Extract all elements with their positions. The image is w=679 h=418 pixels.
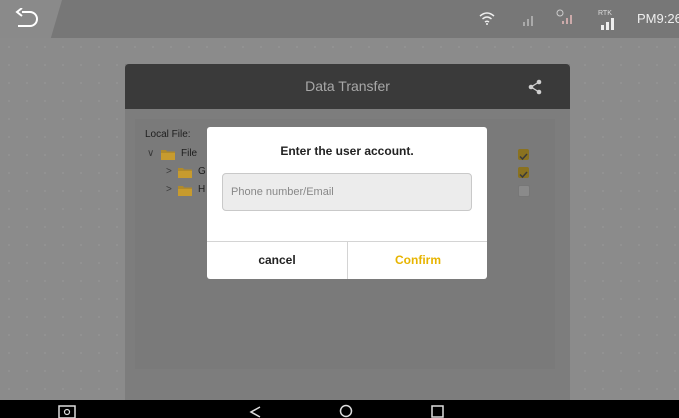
folder-icon (161, 150, 175, 160)
rtk-label: RTK (598, 10, 612, 17)
rtk-signal-icon (601, 18, 614, 30)
wifi-icon (479, 12, 495, 25)
status-bar: RTK PM9:26 (0, 0, 679, 38)
tree-item-label: G (198, 166, 206, 177)
checkbox-checked[interactable] (518, 149, 529, 161)
folder-icon (178, 186, 192, 196)
account-input[interactable] (222, 173, 472, 211)
recents-square-icon[interactable] (431, 405, 444, 418)
gps-signal-icon (556, 9, 572, 24)
confirm-button[interactable]: Confirm (348, 242, 488, 279)
home-circle-icon[interactable] (339, 404, 353, 418)
checkbox-checked[interactable] (518, 167, 529, 179)
clock: PM9:26 (637, 11, 679, 26)
back-triangle-icon[interactable] (249, 406, 261, 418)
signal-icon (523, 16, 533, 26)
chevron-right-icon: > (166, 166, 172, 177)
local-file-label: Local File: (145, 129, 191, 140)
checkbox-unchecked[interactable] (518, 185, 530, 197)
chevron-right-icon: > (166, 184, 172, 195)
back-icon (15, 8, 38, 27)
page-title: Data Transfer (305, 78, 390, 94)
account-dialog: Enter the user account. cancel Confirm (207, 127, 487, 279)
nav-bar (0, 400, 679, 418)
screenshot-icon[interactable] (58, 405, 76, 418)
dialog-title: Enter the user account. (280, 144, 414, 158)
back-button[interactable] (0, 0, 62, 38)
tree-item-label: H (198, 184, 206, 195)
share-icon[interactable] (527, 79, 543, 95)
chevron-down-icon: ∨ (147, 148, 155, 159)
folder-icon (178, 168, 192, 178)
panel-header: Data Transfer (125, 64, 570, 109)
tree-item-label: File (181, 148, 198, 159)
cancel-button[interactable]: cancel (207, 242, 347, 279)
